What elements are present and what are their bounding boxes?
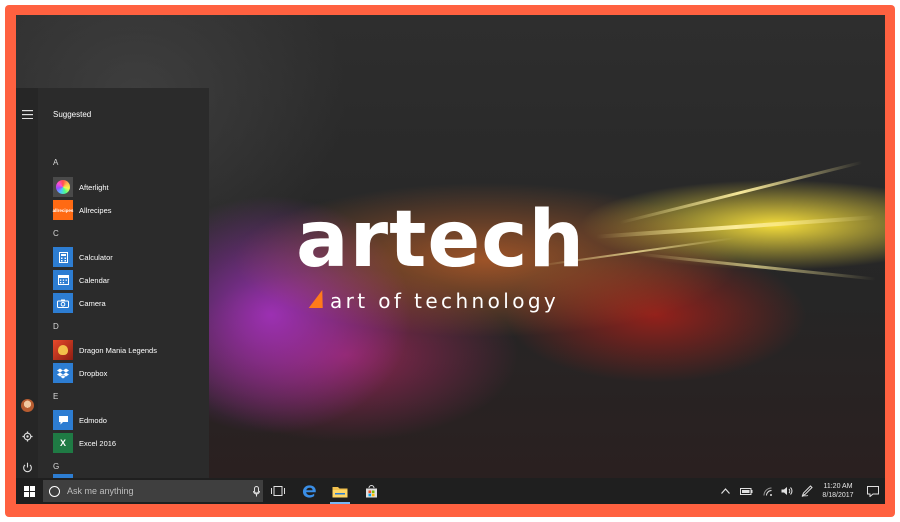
app-label: Edmodo (79, 415, 107, 425)
dropbox-icon (57, 368, 69, 378)
app-label: Afterlight (79, 182, 109, 192)
power-button[interactable] (16, 456, 38, 478)
start-menu: Suggested A Afterlight allrecipes Allrec… (16, 88, 209, 478)
afterlight-icon (56, 180, 70, 194)
hamburger-icon (21, 109, 33, 119)
store-icon (365, 484, 377, 497)
edmodo-tile (53, 410, 73, 430)
file-explorer-icon (332, 486, 348, 497)
start-button[interactable] (16, 478, 42, 504)
battery-button[interactable] (737, 478, 755, 504)
dragon-head-shape (58, 345, 68, 355)
app-item-dragon-mania-legends[interactable]: Dragon Mania Legends (53, 340, 203, 360)
dropbox-tile (53, 363, 73, 383)
expand-menu-button[interactable] (16, 103, 38, 125)
app-item-calculator[interactable]: Calculator (53, 247, 203, 267)
file-explorer-button[interactable] (327, 478, 353, 504)
store-button[interactable] (358, 478, 384, 504)
edmodo-icon (58, 416, 68, 425)
taskbar-clock[interactable]: 11:20 AM 8/18/2017 (816, 482, 860, 500)
windows-ink-button[interactable] (798, 478, 816, 504)
artech-logo: artech art of technology (296, 200, 616, 320)
app-label: Excel 2016 (79, 438, 117, 448)
app-label: Calendar (79, 275, 110, 285)
pen-icon (801, 485, 813, 497)
cortana-icon (49, 485, 60, 497)
clock-date: 8/18/2017 (822, 492, 854, 499)
group-letter-e[interactable]: E (53, 392, 58, 401)
notification-icon (867, 485, 879, 497)
light-streak (619, 160, 863, 225)
app-item-afterlight[interactable]: Afterlight (53, 177, 203, 197)
app-label: Camera (79, 298, 106, 308)
chevron-up-icon (720, 488, 730, 494)
camera-icon (57, 299, 69, 308)
group-letter-g[interactable]: G (53, 462, 59, 471)
app-item-allrecipes[interactable]: allrecipes Allrecipes (53, 200, 203, 220)
task-view-icon (271, 486, 285, 496)
power-icon (22, 462, 32, 472)
dragon-icon (53, 340, 73, 360)
active-app-indicator (330, 502, 350, 504)
app-item-edmodo[interactable]: Edmodo (53, 410, 203, 430)
group-letter-d[interactable]: D (53, 322, 59, 331)
logo-wordmark: artech (296, 195, 586, 285)
network-button[interactable] (759, 478, 777, 504)
taskbar: 11:20 AM 8/18/2017 (16, 478, 885, 504)
volume-button[interactable] (778, 478, 796, 504)
suggested-header: Suggested (53, 110, 92, 119)
cortana-search-box[interactable] (43, 480, 263, 502)
user-account-button[interactable] (16, 394, 38, 416)
app-label: Allrecipes (79, 205, 112, 215)
edge-icon (302, 484, 316, 498)
avatar (20, 398, 34, 412)
task-view-button[interactable] (265, 478, 291, 504)
battery-icon (739, 487, 752, 495)
calculator-icon (58, 251, 68, 263)
app-label: Dropbox (79, 368, 108, 378)
logo-accent-shape (308, 290, 330, 308)
desktop-screen: artech art of technology Suggested A Aft… (16, 15, 885, 504)
app-item-dropbox[interactable]: Dropbox (53, 363, 203, 383)
calculator-tile (53, 247, 73, 267)
calendar-icon (57, 275, 69, 285)
start-menu-rail (16, 88, 38, 478)
group-letter-c[interactable]: C (53, 229, 59, 238)
app-item-calendar[interactable]: Calendar (53, 270, 203, 290)
camera-tile (53, 293, 73, 313)
app-item-camera[interactable]: Camera (53, 293, 203, 313)
search-input[interactable] (67, 486, 227, 496)
allrecipes-icon: allrecipes (53, 200, 73, 220)
light-streak (636, 252, 876, 281)
excel-icon: X (53, 433, 73, 453)
logo-tagline: art of technology (330, 289, 560, 313)
wifi-icon (763, 487, 772, 496)
settings-button[interactable] (16, 425, 38, 447)
show-hidden-icons-button[interactable] (716, 478, 734, 504)
microphone-icon[interactable] (253, 485, 260, 497)
calendar-tile (53, 270, 73, 290)
edge-button[interactable] (296, 478, 322, 504)
group-letter-a[interactable]: A (53, 158, 58, 167)
app-label: Dragon Mania Legends (79, 345, 157, 355)
app-item-excel-2016[interactable]: X Excel 2016 (53, 433, 203, 453)
app-label: Calculator (79, 252, 113, 262)
windows-logo-icon (23, 485, 35, 497)
afterlight-tile (53, 177, 73, 197)
clock-time: 11:20 AM (823, 483, 853, 490)
gear-icon (21, 430, 33, 442)
action-center-button[interactable] (864, 478, 882, 504)
volume-icon (781, 487, 793, 495)
